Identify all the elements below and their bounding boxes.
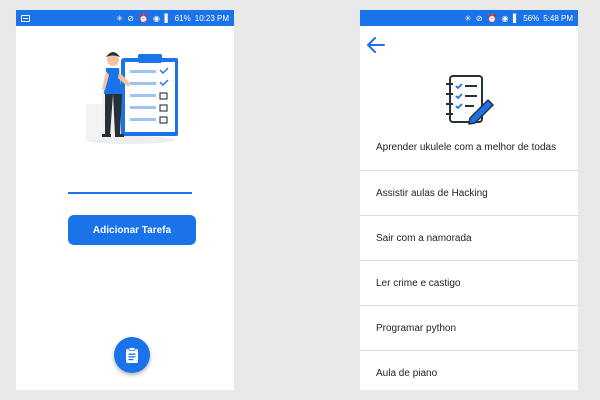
status-time: 10:23 PM [194,13,229,23]
task-item[interactable]: Aprender ukulele com a melhor de todas [360,125,578,170]
status-time: 5:48 PM [543,13,573,23]
task-item[interactable]: Programar python [360,305,578,350]
battery-level: 56% [523,13,540,23]
add-task-screen: ✳ ⊘ ⏰ ◉ ▌ 61% 10:23 PM Adicionar Tarefa [16,10,234,390]
task-item[interactable]: Assistir aulas de Hacking [360,170,578,215]
message-notification-icon [21,14,30,22]
view-tasks-fab[interactable] [114,337,150,373]
battery-level: 61% [174,13,191,23]
task-item[interactable]: Aula de piano [360,350,578,390]
status-bar: ✳ ⊘ ⏰ ◉ ▌ 61% 10:23 PM [16,10,234,26]
status-bar: ✳ ⊘ ⏰ ◉ ▌ 56% 5:48 PM [360,10,578,26]
task-input[interactable] [68,192,192,194]
task-list-screen: ✳ ⊘ ⏰ ◉ ▌ 56% 5:48 PM Aprender ukulele c… [360,10,578,390]
task-item[interactable]: Sair com a namorada [360,215,578,260]
task-list: Aprender ukulele com a melhor de todas As… [360,125,578,390]
back-arrow-icon[interactable] [366,36,386,54]
task-item[interactable]: Ler crime e castigo [360,260,578,305]
status-icons: ✳ ⊘ ⏰ ◉ ▌ [116,13,172,23]
clipboard-icon [126,347,138,363]
checklist-illustration [86,52,178,144]
status-icons: ✳ ⊘ ⏰ ◉ ▌ [464,13,521,23]
checklist-icon [446,75,494,125]
add-task-button[interactable]: Adicionar Tarefa [68,215,196,245]
